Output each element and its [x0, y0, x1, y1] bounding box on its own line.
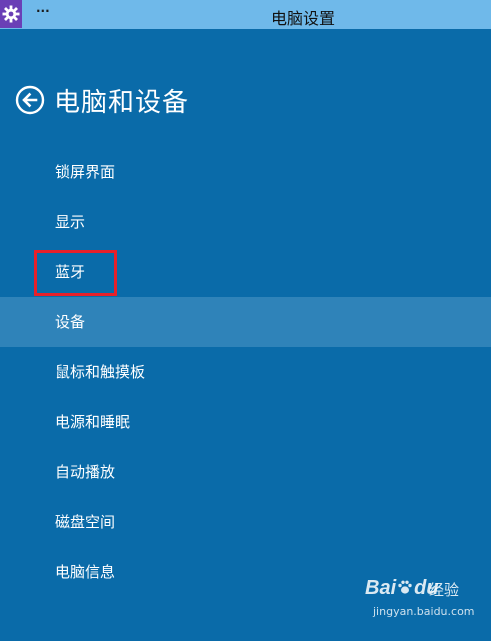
nav-item-disk-space[interactable]: 磁盘空间 — [0, 497, 491, 547]
watermark-url: jingyan.baidu.com — [373, 605, 475, 618]
title-bar: ··· 电脑设置 — [0, 0, 491, 29]
window-title: 电脑设置 — [270, 9, 335, 28]
nav-item-bluetooth[interactable]: 蓝牙 — [0, 247, 491, 297]
nav-item-lock-screen[interactable]: 锁屏界面 — [0, 147, 491, 197]
paw-icon — [398, 580, 412, 594]
back-arrow-circle-icon — [15, 85, 45, 115]
baidu-jingyan-watermark: Bai du 经验 jingyan.baidu.com — [365, 571, 485, 641]
watermark-sub: 经验 — [429, 581, 460, 599]
nav-item-mouse-touchpad[interactable]: 鼠标和触摸板 — [0, 347, 491, 397]
nav-item-power-sleep[interactable]: 电源和睡眠 — [0, 397, 491, 447]
watermark-brand-bai: Bai — [365, 577, 397, 599]
back-button[interactable] — [15, 85, 45, 115]
nav-item-devices[interactable]: 设备 — [0, 297, 491, 347]
settings-content: 电脑和设备 锁屏界面 显示 蓝牙 设备 鼠标和触摸板 电源和睡眠 自动播放 磁盘… — [0, 29, 491, 623]
nav-item-display[interactable]: 显示 — [0, 197, 491, 247]
page-title: 电脑和设备 — [54, 88, 190, 118]
settings-nav-list: 锁屏界面 显示 蓝牙 设备 鼠标和触摸板 电源和睡眠 自动播放 磁盘空间 电脑信… — [0, 147, 491, 597]
watermark-brand: Bai du — [365, 577, 439, 600]
nav-item-autoplay[interactable]: 自动播放 — [0, 447, 491, 497]
